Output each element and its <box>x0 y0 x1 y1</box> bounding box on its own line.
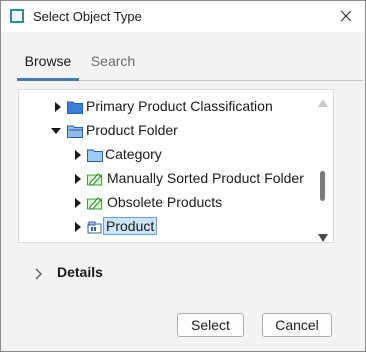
tree-item-label: Manually Sorted Product Folder <box>107 170 304 186</box>
tree-item-product[interactable]: Product <box>19 216 315 238</box>
tree-item-category[interactable]: Category <box>19 144 315 166</box>
tree-item-label: Product <box>103 217 158 235</box>
tree-item-label: Category <box>105 146 162 162</box>
folder-icon <box>87 148 103 162</box>
scroll-up-icon[interactable] <box>318 94 328 107</box>
details-label: Details <box>57 264 103 280</box>
tree-item-product-folder[interactable]: Product Folder <box>19 120 315 142</box>
expand-arrow-icon[interactable] <box>73 174 83 184</box>
expand-arrow-icon[interactable] <box>73 150 83 160</box>
object-type-tree[interactable]: Primary Product Classification Product F… <box>18 89 334 243</box>
chevron-right-icon[interactable] <box>35 267 43 280</box>
expand-arrow-icon[interactable] <box>53 102 63 112</box>
tree-item-label: Primary Product Classification <box>86 98 273 114</box>
green-folder-edit-icon <box>87 196 103 210</box>
tree-item-primary-product-classification[interactable]: Primary Product Classification <box>19 96 315 118</box>
tree-item-label: Product Folder <box>86 122 178 138</box>
expand-arrow-icon[interactable] <box>73 222 83 232</box>
window-square-icon <box>10 9 24 23</box>
dialog-title: Select Object Type <box>33 9 142 24</box>
tab-browse[interactable]: Browse <box>17 53 79 81</box>
folder-open-icon <box>67 124 83 138</box>
close-button[interactable] <box>329 2 363 30</box>
folder-icon <box>67 100 83 114</box>
cancel-button[interactable]: Cancel <box>262 313 332 337</box>
tab-bar: Browse Search <box>17 47 363 81</box>
scroll-thumb[interactable] <box>320 171 325 201</box>
select-object-type-dialog: Select Object Type Browse Search Primary… <box>0 0 366 352</box>
product-icon <box>87 220 103 234</box>
select-button[interactable]: Select <box>177 313 244 337</box>
expand-arrow-icon[interactable] <box>73 198 83 208</box>
tree-item-manually-sorted-product-folder[interactable]: Manually Sorted Product Folder <box>19 168 315 190</box>
green-folder-edit-icon <box>87 172 103 186</box>
tree-item-label: Obsolete Products <box>107 194 223 210</box>
title-bar: Select Object Type <box>1 1 365 32</box>
tree-item-obsolete-products[interactable]: Obsolete Products <box>19 192 315 214</box>
close-icon <box>340 10 352 22</box>
collapse-arrow-icon[interactable] <box>51 126 61 136</box>
tree-scrollbar[interactable] <box>315 90 331 242</box>
scroll-down-icon[interactable] <box>318 229 328 242</box>
tab-search[interactable]: Search <box>91 53 135 81</box>
